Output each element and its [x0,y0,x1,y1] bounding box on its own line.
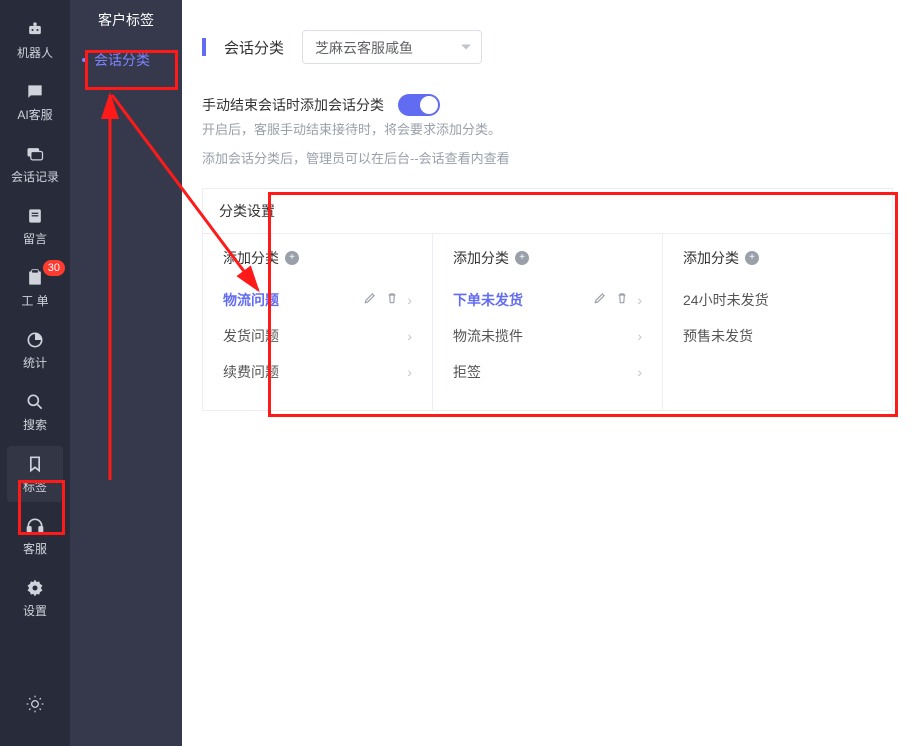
gear-icon [25,578,45,598]
ticket-icon [25,268,45,288]
category-name: 拒签 [453,362,629,382]
log-icon [25,144,45,164]
headset-icon [25,516,45,536]
nav-message[interactable]: 留言 [7,198,63,254]
plus-icon: + [515,251,529,265]
sun-icon [25,694,45,714]
category-item[interactable]: 拒签 › [453,354,642,390]
hint-text-1: 开启后，客服手动结束接待时，将会要求添加分类。 [182,116,913,145]
chevron-right-icon: › [407,292,412,308]
stats-icon [25,330,45,350]
nav-label: AI客服 [17,106,52,123]
category-panel: 分类设置 添加分类 + 物流问题 [202,188,893,411]
nav-stats[interactable]: 统计 [7,322,63,378]
nav-robot[interactable]: 机器人 [7,12,63,68]
nav-label: 标签 [23,478,47,495]
robot-icon [25,20,45,40]
add-category-button[interactable]: 添加分类 + [453,248,642,268]
nav-label: 客服 [23,540,47,557]
nav-label: 会话记录 [11,168,59,185]
category-name: 物流问题 [223,290,363,310]
nav-label: 设置 [23,602,47,619]
sub-panel: 客户标签 会话分类 [70,0,182,746]
category-item[interactable]: 24小时未发货 [683,282,872,318]
delete-icon[interactable] [615,291,629,308]
category-item[interactable]: 续费问题 › [223,354,412,390]
add-category-label: 添加分类 [453,248,509,268]
category-item[interactable]: 预售未发货 [683,318,872,354]
sub-panel-title: 客户标签 [70,10,182,40]
category-col-0: 添加分类 + 物流问题 › [203,234,433,410]
category-name: 发货问题 [223,326,399,346]
account-select[interactable]: 芝麻云客服咸鱼 [302,30,482,64]
edit-icon[interactable] [363,291,377,308]
category-col-2: 添加分类 + 24小时未发货 预售未发货 [663,234,892,410]
nav-agent[interactable]: 客服 [7,508,63,564]
category-name: 物流未揽件 [453,326,629,346]
plus-icon: + [285,251,299,265]
nav-label: 工 单 [21,292,48,309]
nav-session-log[interactable]: 会话记录 [7,136,63,192]
plus-icon: + [745,251,759,265]
nav-ai-service[interactable]: AI客服 [7,74,63,130]
nav-search[interactable]: 搜索 [7,384,63,440]
toggle-label: 手动结束会话时添加会话分类 [202,95,384,115]
category-name: 预售未发货 [683,326,872,346]
nav-settings[interactable]: 设置 [7,570,63,626]
chevron-right-icon: › [637,328,642,344]
search-icon [25,392,45,412]
chevron-right-icon: › [637,364,642,380]
nav-theme[interactable] [7,676,63,732]
account-select-value: 芝麻云客服咸鱼 [315,40,413,56]
hint-text-2: 添加会话分类后，管理员可以在后台--会话查看内查看 [182,145,913,174]
nav-label: 机器人 [17,44,53,61]
chevron-right-icon: › [407,364,412,380]
note-icon [25,206,45,226]
edit-icon[interactable] [593,291,607,308]
category-name: 下单未发货 [453,290,593,310]
left-nav: 机器人 AI客服 会话记录 留言 30 工 单 [0,0,70,746]
category-col-1: 添加分类 + 下单未发货 › [433,234,663,410]
chevron-right-icon: › [637,292,642,308]
main-content: 会话分类 芝麻云客服咸鱼 手动结束会话时添加会话分类 开启后，客服手动结束接待时… [182,0,913,746]
category-item[interactable]: 下单未发货 › [453,282,642,318]
add-category-label: 添加分类 [223,248,279,268]
add-category-button[interactable]: 添加分类 + [223,248,412,268]
chat-icon [25,82,45,102]
nav-label: 搜索 [23,416,47,433]
header-accent-bar [202,38,206,56]
nav-ticket[interactable]: 30 工 单 [7,260,63,316]
sub-item-session-category[interactable]: 会话分类 [70,40,182,80]
header-label: 会话分类 [224,37,284,58]
category-name: 24小时未发货 [683,290,872,310]
panel-title: 分类设置 [203,189,892,234]
chevron-right-icon: › [407,328,412,344]
add-category-button[interactable]: 添加分类 + [683,248,872,268]
toggle-auto-category[interactable] [398,94,440,116]
ticket-badge: 30 [43,260,65,276]
nav-label: 留言 [23,230,47,247]
add-category-label: 添加分类 [683,248,739,268]
bookmark-icon [25,454,45,474]
delete-icon[interactable] [385,291,399,308]
category-item[interactable]: 物流问题 › [223,282,412,318]
nav-label: 统计 [23,354,47,371]
category-name: 续费问题 [223,362,399,382]
nav-tags[interactable]: 标签 [7,446,63,502]
category-item[interactable]: 发货问题 › [223,318,412,354]
category-item[interactable]: 物流未揽件 › [453,318,642,354]
